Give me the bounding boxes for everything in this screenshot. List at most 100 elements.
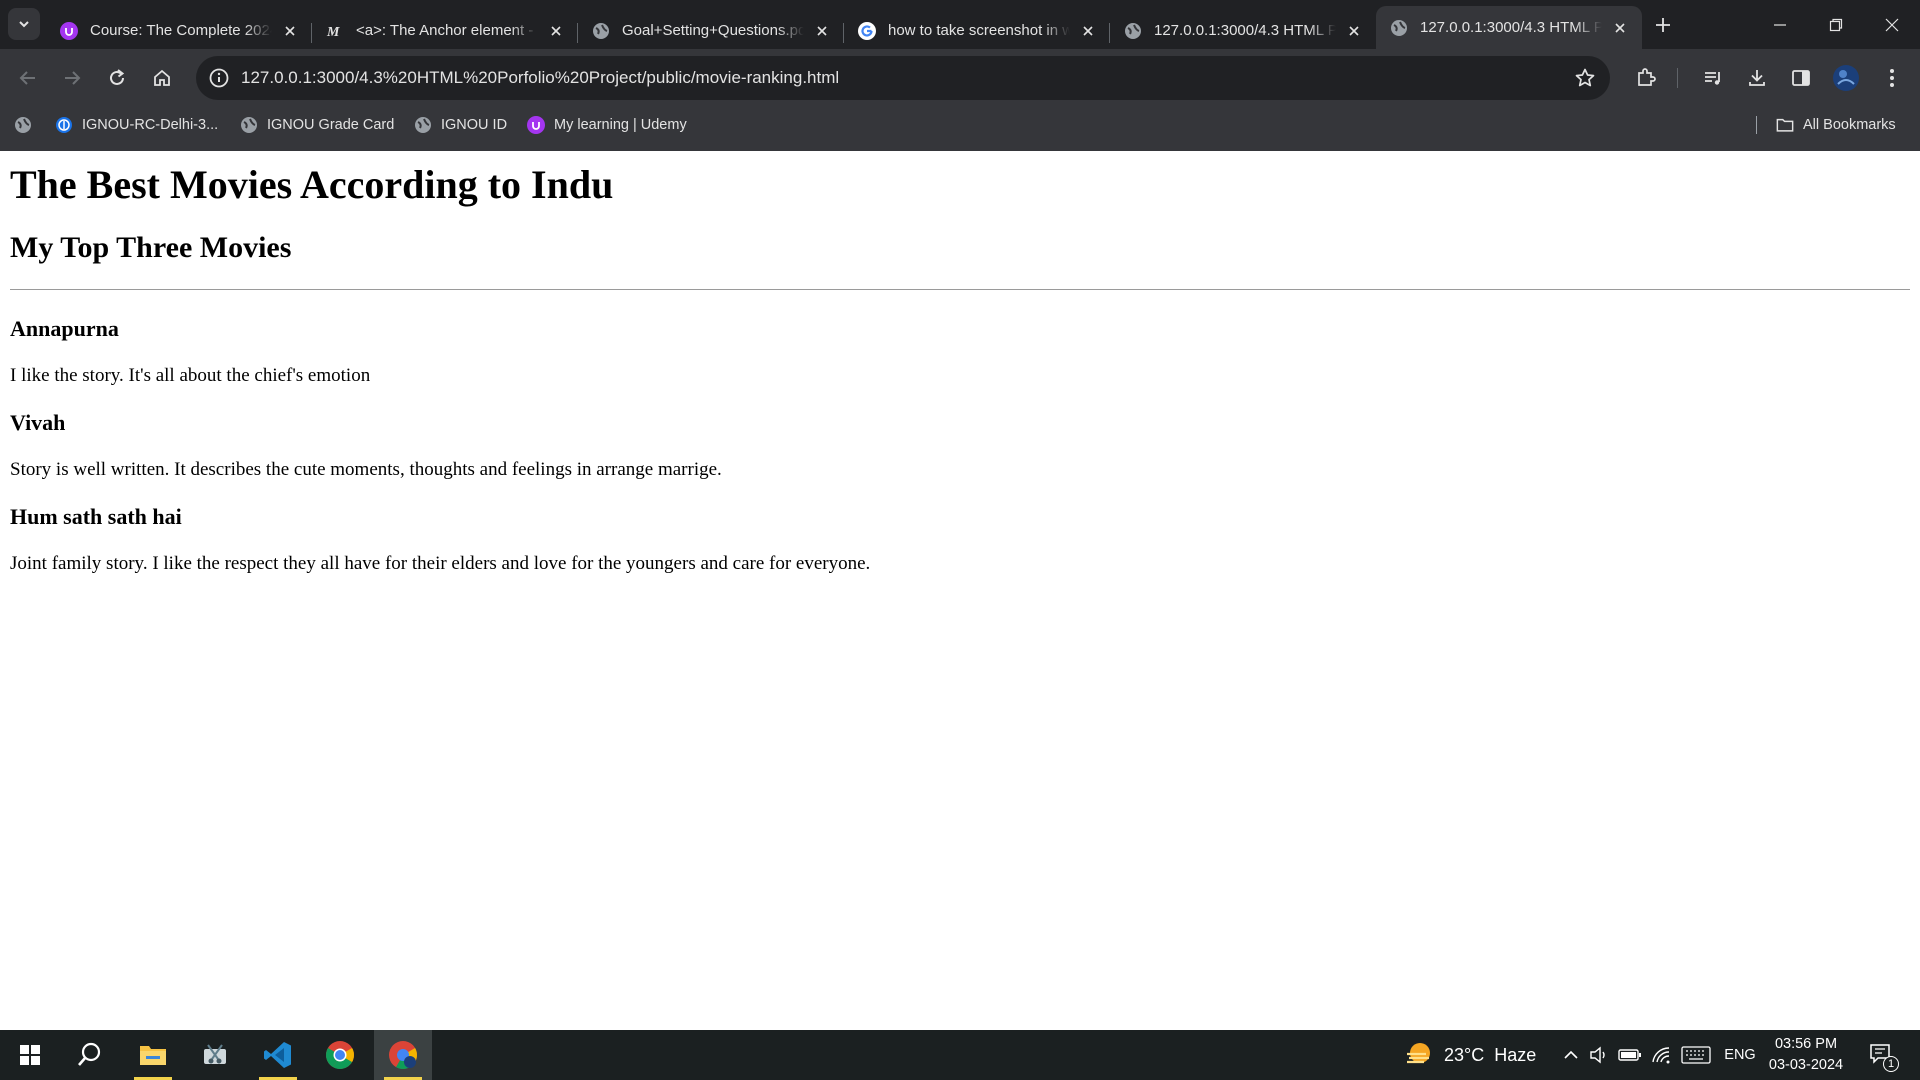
- google-icon: [858, 21, 876, 40]
- globe-icon: [14, 116, 32, 134]
- snipping-tool-button[interactable]: [187, 1030, 243, 1080]
- movie-entry: Hum sath sath hai Joint family story. I …: [10, 504, 1910, 576]
- tab-title: how to take screenshot in windows: [888, 22, 1070, 39]
- new-tab-button[interactable]: [1650, 12, 1676, 38]
- site-info-icon[interactable]: [208, 67, 230, 94]
- battery-button[interactable]: [1616, 1030, 1644, 1080]
- weather-widget[interactable]: 23°C Haze: [1404, 1030, 1536, 1080]
- tab-localhost-active[interactable]: 127.0.0.1:3000/4.3 HTML Porfolio Project…: [1376, 6, 1642, 49]
- tab-title: 127.0.0.1:3000/4.3 HTML Porfolio Project…: [1420, 19, 1602, 36]
- movie-entry: Annapurna I like the story. It's all abo…: [10, 316, 1910, 388]
- page-subtitle: My Top Three Movies: [10, 231, 292, 264]
- chrome-icon: [326, 1041, 354, 1069]
- tab-title: 127.0.0.1:3000/4.3 HTML Porfolio Project…: [1154, 22, 1336, 39]
- chrome-profile-icon: [389, 1041, 417, 1069]
- bookmark-ignou-grade-card[interactable]: IGNOU Grade Card: [240, 107, 394, 143]
- udemy-icon: [527, 116, 545, 134]
- page-title: The Best Movies According to Indu: [10, 162, 614, 207]
- bookmark-apps[interactable]: [14, 107, 32, 143]
- bookmark-udemy-learning[interactable]: My learning | Udemy: [527, 107, 687, 143]
- movie-review: Story is well written. It describes the …: [10, 459, 722, 480]
- minimize-button[interactable]: [1752, 0, 1808, 49]
- close-tab-icon[interactable]: [812, 21, 832, 41]
- extensions-button[interactable]: [1630, 62, 1662, 94]
- movie-title: Annapurna: [10, 316, 119, 341]
- chrome-active-window-button[interactable]: [374, 1030, 432, 1080]
- url-text[interactable]: 127.0.0.1:3000/4.3%20HTML%20Porfolio%20P…: [241, 56, 839, 100]
- touch-keyboard-button[interactable]: [1678, 1030, 1714, 1080]
- start-button[interactable]: [2, 1030, 58, 1080]
- bookmark-label: IGNOU ID: [441, 117, 508, 133]
- keyboard-icon: [1681, 1046, 1711, 1064]
- back-button[interactable]: [12, 62, 44, 94]
- system-clock[interactable]: 03:56 PM 03-03-2024: [1766, 1034, 1846, 1076]
- home-icon: [154, 69, 170, 86]
- language-indicator[interactable]: ENG: [1720, 1030, 1760, 1080]
- browser-toolbar: 127.0.0.1:3000/4.3%20HTML%20Porfolio%20P…: [0, 49, 1920, 107]
- file-explorer-button[interactable]: [125, 1030, 181, 1080]
- notifications-button[interactable]: 1: [1862, 1030, 1902, 1080]
- tab-title: Goal+Setting+Questions.pdf: [622, 22, 804, 39]
- vscode-button[interactable]: [250, 1030, 306, 1080]
- puzzle-icon: [1638, 68, 1656, 86]
- haze-sun-icon: [1407, 1043, 1430, 1064]
- show-hidden-icons-button[interactable]: [1560, 1030, 1582, 1080]
- chrome-menu-button[interactable]: [1876, 62, 1908, 94]
- bookmark-label: IGNOU-RC-Delhi-3...: [82, 117, 219, 133]
- close-tab-icon[interactable]: [280, 21, 300, 41]
- chevron-up-icon: [1564, 1050, 1578, 1059]
- downloads-button[interactable]: [1741, 62, 1773, 94]
- profile-avatar[interactable]: [1830, 62, 1862, 94]
- globe-icon: [414, 116, 432, 134]
- tab-list: Course: The Complete 2024 Web Developmen…: [46, 6, 1642, 49]
- globe-icon: [1390, 19, 1408, 37]
- reload-button[interactable]: [101, 62, 133, 94]
- page-content: The Best Movies According to Indu My Top…: [10, 151, 1910, 576]
- battery-icon: [1618, 1049, 1641, 1061]
- close-tab-icon[interactable]: [1344, 21, 1364, 41]
- page-viewport: The Best Movies According to Indu My Top…: [0, 151, 1920, 1030]
- volume-button[interactable]: [1586, 1030, 1612, 1080]
- close-window-button[interactable]: [1864, 0, 1920, 49]
- horizontal-rule: [10, 289, 1910, 290]
- movie-review: I like the story. It's all about the chi…: [10, 365, 371, 386]
- forward-button[interactable]: [56, 62, 88, 94]
- chrome-button[interactable]: [312, 1030, 368, 1080]
- tab-goal-setting-pdf[interactable]: Goal+Setting+Questions.pdf: [578, 12, 844, 49]
- close-tab-icon[interactable]: [546, 21, 566, 41]
- toolbar-divider: [1677, 68, 1678, 88]
- tab-udemy-course[interactable]: Course: The Complete 2024 Web Developmen…: [46, 12, 312, 49]
- media-controls-button[interactable]: [1697, 62, 1729, 94]
- minimize-icon: [1774, 23, 1786, 26]
- vscode-icon: [264, 1042, 291, 1068]
- bookmark-label: IGNOU Grade Card: [267, 117, 395, 133]
- globe-icon: [1124, 22, 1142, 40]
- folder-icon: [1776, 116, 1794, 134]
- tab-search-button[interactable]: [8, 8, 40, 40]
- avatar-icon: [1833, 65, 1859, 91]
- close-tab-icon[interactable]: [1610, 18, 1630, 38]
- bookmark-ignou-rc[interactable]: IGNOU-RC-Delhi-3...: [55, 107, 218, 143]
- restore-button[interactable]: [1808, 0, 1864, 49]
- tab-localhost-1[interactable]: 127.0.0.1:3000/4.3 HTML Porfolio Project…: [1110, 12, 1376, 49]
- home-button[interactable]: [146, 62, 178, 94]
- search-icon: [78, 1042, 101, 1066]
- globe-icon: [240, 116, 258, 134]
- tab-mdn-anchor[interactable]: M <a>: The Anchor element - HTML: HyperT…: [312, 12, 578, 49]
- tab-google-search[interactable]: how to take screenshot in windows: [844, 12, 1110, 49]
- tab-strip: Course: The Complete 2024 Web Developmen…: [0, 0, 1920, 49]
- movie-title: Vivah: [10, 410, 66, 435]
- all-bookmarks-label: All Bookmarks: [1803, 117, 1896, 133]
- address-bar[interactable]: 127.0.0.1:3000/4.3%20HTML%20Porfolio%20P…: [196, 56, 1610, 100]
- side-panel-button[interactable]: [1785, 62, 1817, 94]
- close-tab-icon[interactable]: [1078, 21, 1098, 41]
- ignou-icon: [55, 116, 73, 134]
- bookmark-star-icon[interactable]: [1574, 67, 1596, 94]
- movie-review: Joint family story. I like the respect t…: [10, 553, 871, 574]
- bookmark-ignou-id[interactable]: IGNOU ID: [414, 107, 507, 143]
- search-button[interactable]: [62, 1030, 118, 1080]
- chevron-down-icon: [19, 21, 29, 28]
- tab-title: Course: The Complete 2024 Web Developmen…: [90, 22, 272, 39]
- all-bookmarks-button[interactable]: All Bookmarks: [1776, 107, 1896, 143]
- wifi-button[interactable]: [1648, 1030, 1674, 1080]
